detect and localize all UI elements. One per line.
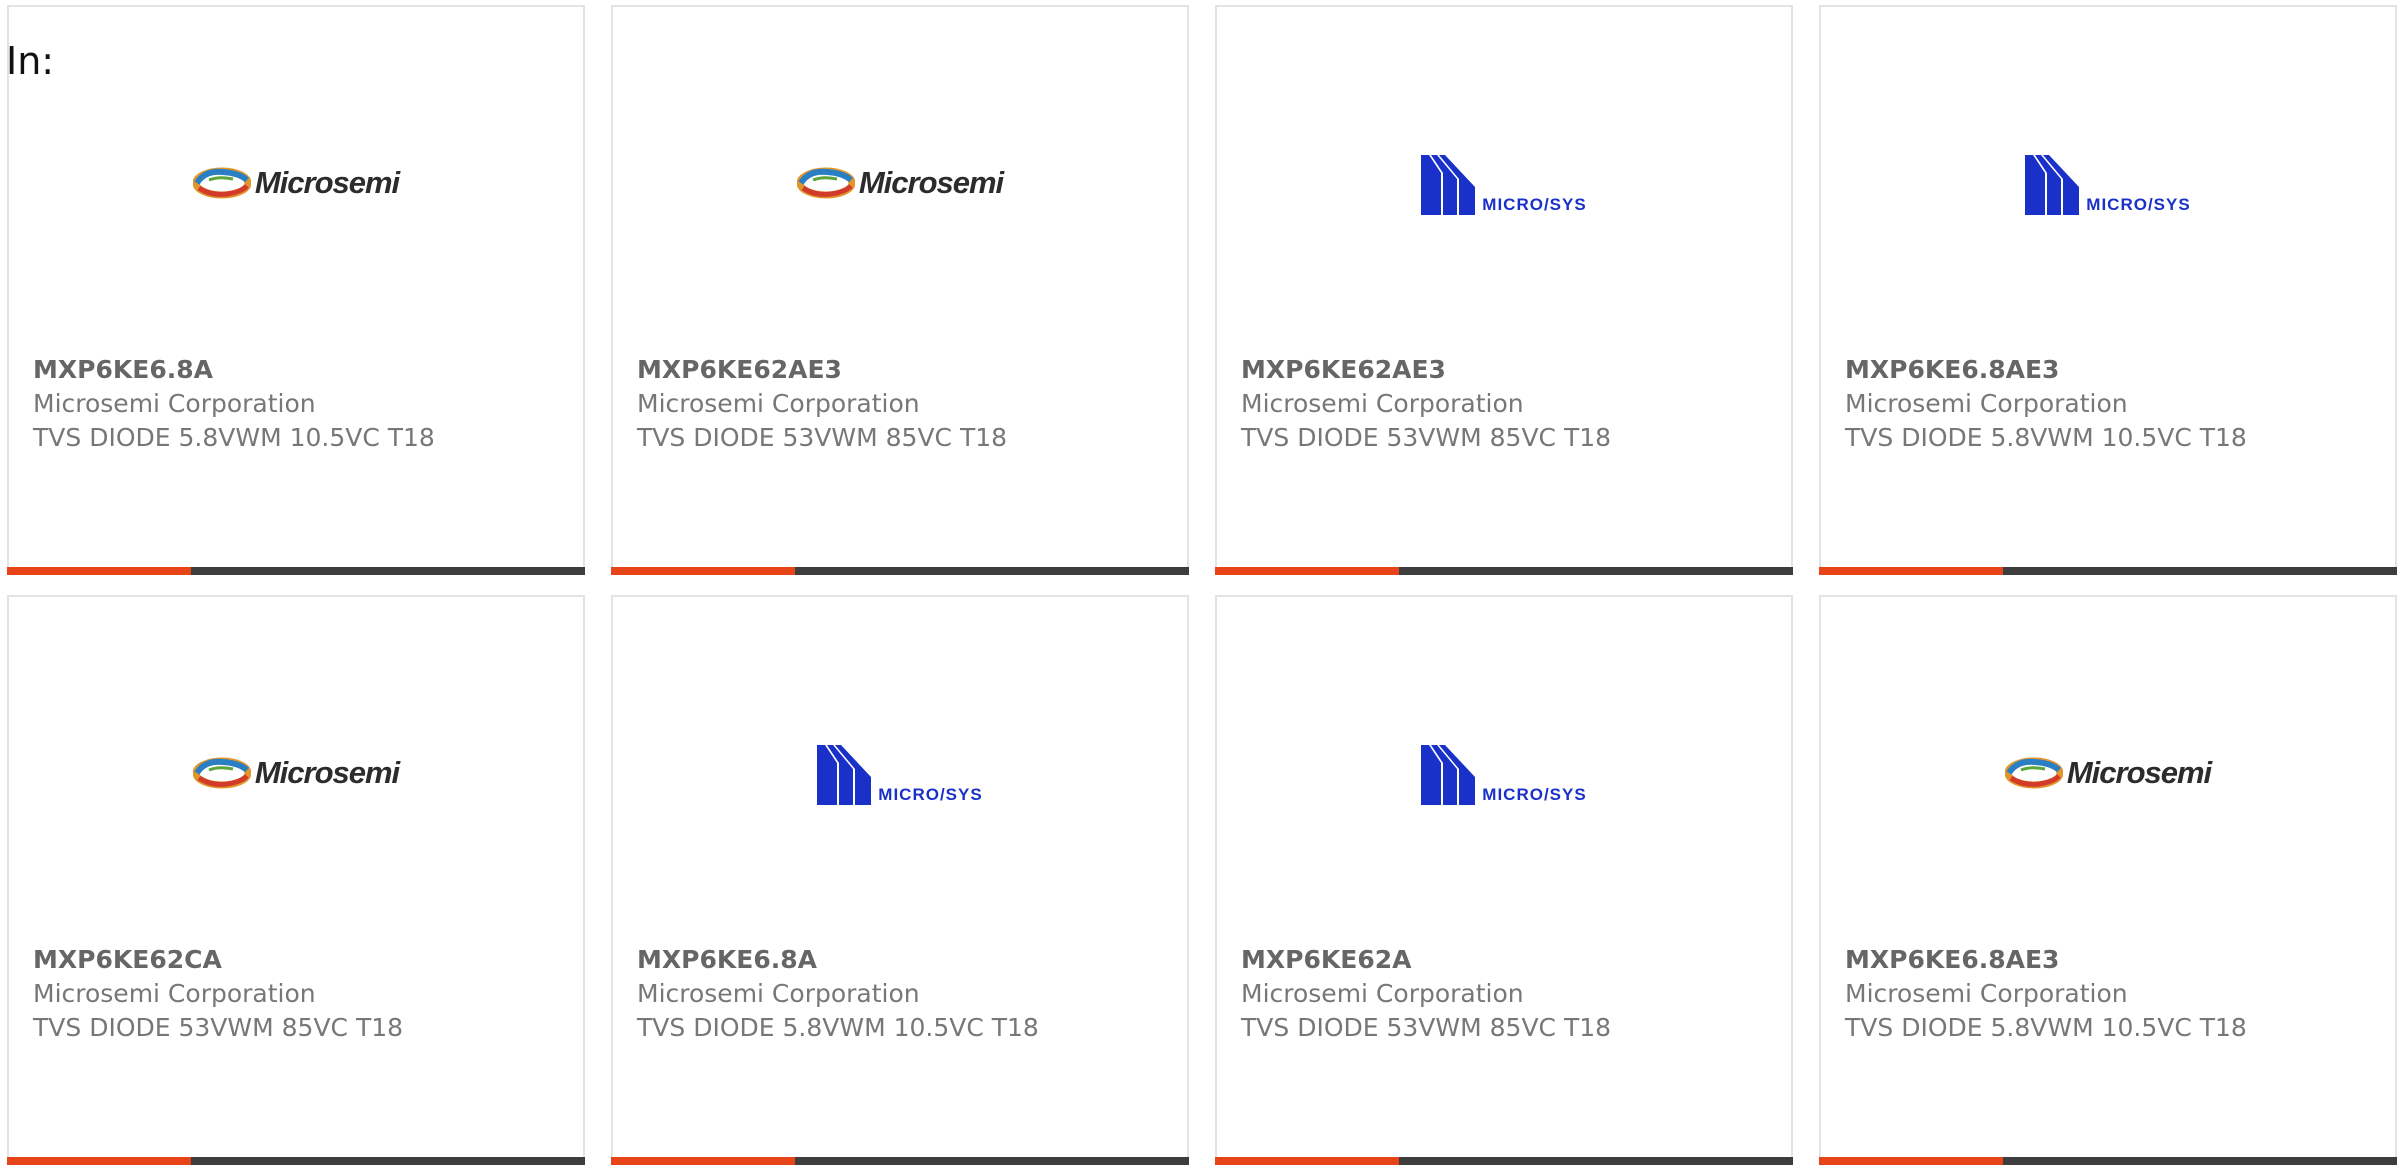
filter-label: In: — [6, 39, 55, 83]
microsys-mark-icon — [817, 745, 872, 805]
manufacturer-name: Microsemi Corporation — [637, 979, 920, 1008]
card-footer-bar — [611, 1157, 1189, 1165]
logo-text: MICRO/SYS — [1482, 785, 1587, 804]
card-accent-stripe — [7, 1157, 191, 1165]
product-description: TVS DIODE 53VWM 85VC T18 — [637, 423, 1008, 452]
part-number[interactable]: MXP6KE62AE3 — [637, 352, 1167, 387]
product-info: MXP6KE62AE3 Microsemi Corporation TVS DIOD… — [637, 352, 1167, 455]
part-number[interactable]: MXP6KE6.8AE3 — [1845, 352, 2375, 387]
manufacturer-logo: Microsemi — [9, 737, 583, 809]
logo-text: Microsemi — [858, 165, 1004, 200]
microsemi-logo: Microsemi — [2004, 753, 2212, 793]
manufacturer-name: Microsemi Corporation — [33, 979, 316, 1008]
card-footer-bar — [1819, 1157, 2397, 1165]
product-description: TVS DIODE 5.8VWM 10.5VC T18 — [33, 423, 435, 452]
manufacturer-name: Microsemi Corporation — [1845, 389, 2128, 418]
product-card[interactable]: MICRO/SYS MXP6KE62AE3 Microsemi Corporatio… — [1215, 5, 1793, 575]
manufacturer-name: Microsemi Corporation — [1241, 979, 1524, 1008]
microsemi-swirl-icon — [192, 757, 251, 789]
product-grid: Microsemi MXP6KE6.8A Microsemi Corporation… — [0, 0, 2400, 1165]
microsemi-logo: Microsemi — [796, 163, 1004, 203]
part-number[interactable]: MXP6KE6.8A — [637, 942, 1167, 977]
product-info: MXP6KE6.8A Microsemi Corporation TVS DIODE… — [33, 352, 563, 455]
card-accent-stripe — [611, 1157, 795, 1165]
card-accent-stripe — [611, 567, 795, 575]
card-accent-stripe — [1215, 1157, 1399, 1165]
card-accent-stripe — [1819, 567, 2003, 575]
microsemi-logo: Microsemi — [192, 163, 400, 203]
part-number[interactable]: MXP6KE62A — [1241, 942, 1771, 977]
part-number[interactable]: MXP6KE62AE3 — [1241, 352, 1771, 387]
logo-text: Microsemi — [254, 755, 400, 790]
part-number[interactable]: MXP6KE6.8AE3 — [1845, 942, 2375, 977]
manufacturer-name: Microsemi Corporation — [1845, 979, 2128, 1008]
product-description: TVS DIODE 5.8VWM 10.5VC T18 — [637, 1013, 1039, 1042]
microsys-logo: MICRO/SYS — [1421, 151, 1586, 215]
product-card[interactable]: MICRO/SYS MXP6KE62A Microsemi Corporation T… — [1215, 595, 1793, 1165]
product-card[interactable]: MICRO/SYS MXP6KE6.8A Microsemi Corporation… — [611, 595, 1189, 1165]
manufacturer-logo: Microsemi — [9, 147, 583, 219]
microsys-logo: MICRO/SYS — [1421, 741, 1586, 805]
product-info: MXP6KE62CA Microsemi Corporation TVS DIODE… — [33, 942, 563, 1045]
microsemi-logo: Microsemi — [192, 753, 400, 793]
manufacturer-name: Microsemi Corporation — [33, 389, 316, 418]
card-footer-bar — [7, 1157, 585, 1165]
card-accent-stripe — [1215, 567, 1399, 575]
microsys-logo: MICRO/SYS — [2025, 151, 2190, 215]
manufacturer-logo: MICRO/SYS — [1217, 737, 1791, 809]
product-card[interactable]: Microsemi MXP6KE62AE3 Microsemi Corporatio… — [611, 5, 1189, 575]
manufacturer-logo: MICRO/SYS — [1217, 147, 1791, 219]
product-card[interactable]: Microsemi MXP6KE6.8AE3 Microsemi Corporati… — [1819, 595, 2397, 1165]
product-description: TVS DIODE 5.8VWM 10.5VC T18 — [1845, 423, 2247, 452]
logo-text: MICRO/SYS — [1482, 195, 1587, 214]
logo-text: MICRO/SYS — [2086, 195, 2191, 214]
manufacturer-logo: MICRO/SYS — [613, 737, 1187, 809]
manufacturer-name: Microsemi Corporation — [1241, 389, 1524, 418]
product-info: MXP6KE62AE3 Microsemi Corporation TVS DIOD… — [1241, 352, 1771, 455]
product-info: MXP6KE6.8AE3 Microsemi Corporation TVS DIO… — [1845, 942, 2375, 1045]
logo-text: Microsemi — [2066, 755, 2212, 790]
microsemi-swirl-icon — [192, 167, 251, 199]
part-number[interactable]: MXP6KE62CA — [33, 942, 563, 977]
card-footer-bar — [611, 567, 1189, 575]
product-info: MXP6KE6.8A Microsemi Corporation TVS DIODE… — [637, 942, 1167, 1045]
microsys-mark-icon — [1421, 155, 1476, 215]
product-description: TVS DIODE 53VWM 85VC T18 — [1241, 1013, 1612, 1042]
microsemi-swirl-icon — [796, 167, 855, 199]
manufacturer-logo: Microsemi — [1821, 737, 2395, 809]
product-description: TVS DIODE 53VWM 85VC T18 — [1241, 423, 1612, 452]
manufacturer-logo: MICRO/SYS — [1821, 147, 2395, 219]
product-card[interactable]: Microsemi MXP6KE6.8A Microsemi Corporation… — [7, 5, 585, 575]
microsys-mark-icon — [1421, 745, 1476, 805]
card-footer-bar — [1819, 567, 2397, 575]
product-description: TVS DIODE 5.8VWM 10.5VC T18 — [1845, 1013, 2247, 1042]
card-accent-stripe — [1819, 1157, 2003, 1165]
part-number[interactable]: MXP6KE6.8A — [33, 352, 563, 387]
manufacturer-name: Microsemi Corporation — [637, 389, 920, 418]
microsys-logo: MICRO/SYS — [817, 741, 982, 805]
microsemi-swirl-icon — [2004, 757, 2063, 789]
card-accent-stripe — [7, 567, 191, 575]
card-footer-bar — [1215, 1157, 1793, 1165]
product-card[interactable]: Microsemi MXP6KE62CA Microsemi Corporation… — [7, 595, 585, 1165]
microsys-mark-icon — [2025, 155, 2080, 215]
product-info: MXP6KE6.8AE3 Microsemi Corporation TVS DIO… — [1845, 352, 2375, 455]
card-footer-bar — [1215, 567, 1793, 575]
product-description: TVS DIODE 53VWM 85VC T18 — [33, 1013, 404, 1042]
logo-text: Microsemi — [254, 165, 400, 200]
product-info: MXP6KE62A Microsemi Corporation TVS DIODE … — [1241, 942, 1771, 1045]
product-card[interactable]: MICRO/SYS MXP6KE6.8AE3 Microsemi Corporati… — [1819, 5, 2397, 575]
card-footer-bar — [7, 567, 585, 575]
logo-text: MICRO/SYS — [878, 785, 983, 804]
manufacturer-logo: Microsemi — [613, 147, 1187, 219]
